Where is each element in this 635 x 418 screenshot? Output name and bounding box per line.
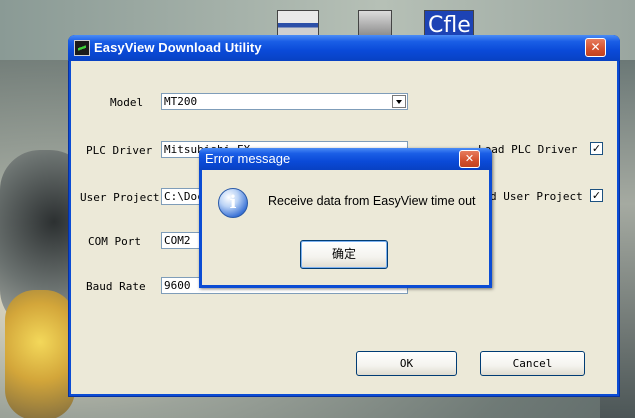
close-button[interactable]: ✕	[585, 38, 606, 57]
close-icon: ✕	[590, 40, 601, 54]
error-dialog-close-button[interactable]: ✕	[459, 150, 480, 168]
user-project-input-value: C:\Doc	[164, 190, 204, 203]
desktop-wallpaper-shape	[5, 290, 75, 418]
error-ok-button[interactable]: 确定	[300, 240, 388, 269]
error-message-dialog: Error message ✕ i Receive data from Easy…	[199, 148, 492, 288]
close-icon: ✕	[464, 152, 475, 165]
com-port-label: COM Port	[88, 235, 141, 248]
app-icon	[74, 40, 90, 56]
load-plc-driver-checkbox[interactable]: ✓	[590, 142, 603, 155]
info-icon: i	[218, 188, 248, 218]
checkmark-icon: ✓	[591, 189, 602, 202]
error-message-text: Receive data from EasyView time out	[268, 194, 476, 208]
model-select-value: MT200	[164, 95, 198, 108]
baud-rate-label: Baud Rate	[86, 280, 146, 293]
plc-driver-label: PLC Driver	[86, 144, 153, 157]
checkmark-icon: ✓	[591, 142, 602, 155]
load-user-project-checkbox[interactable]: ✓	[590, 189, 603, 202]
load-plc-driver-label: Load PLC Driver	[478, 143, 578, 156]
com-port-select-value: COM2	[164, 234, 191, 247]
model-select[interactable]: MT200	[161, 93, 408, 110]
ok-button[interactable]: OK	[356, 351, 457, 376]
error-dialog-body: i Receive data from EasyView time out 确定	[202, 170, 489, 285]
error-dialog-title: Error message	[205, 151, 291, 166]
cancel-button[interactable]: Cancel	[480, 351, 585, 376]
model-label: Model	[110, 96, 144, 109]
window-title: EasyView Download Utility	[94, 40, 262, 55]
user-project-label: User Project	[80, 191, 160, 204]
load-user-project-label: d User Project	[490, 190, 583, 203]
baud-rate-select-value: 9600	[164, 279, 191, 292]
error-dialog-titlebar[interactable]: Error message ✕	[199, 148, 492, 170]
info-icon-glyph: i	[229, 192, 237, 213]
window-titlebar[interactable]: EasyView Download Utility ✕	[68, 35, 620, 61]
chevron-down-icon[interactable]	[392, 95, 406, 108]
